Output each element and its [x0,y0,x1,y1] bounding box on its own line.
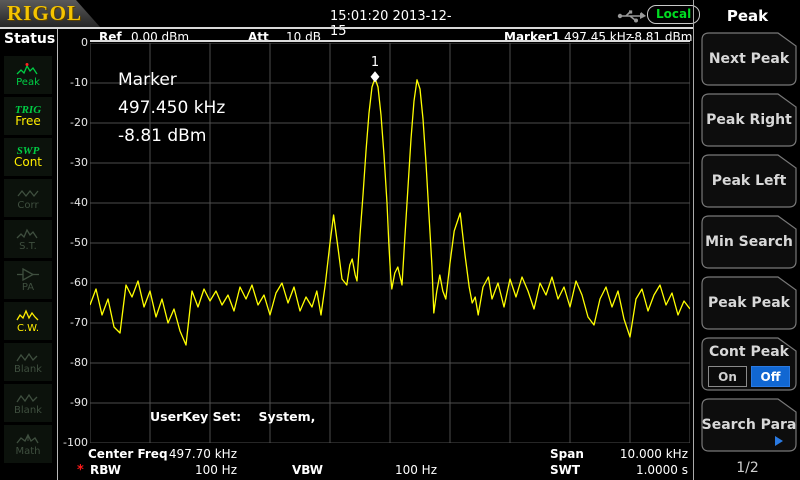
span-label: Span [550,447,584,461]
cont-peak-button[interactable]: Cont Peak On Off [701,337,797,391]
min-search-button[interactable]: Min Search [701,215,797,269]
math-waveform-icon [16,432,40,446]
peak-waveform-icon [16,62,40,77]
y-axis-label: -20 [58,116,88,129]
marker-diamond-icon [371,71,380,82]
y-axis-label: -40 [58,196,88,209]
usb-icon [617,8,647,27]
status-tile-math: Math [4,425,52,463]
y-axis-label: -30 [58,156,88,169]
clock-timestamp: 15:01:20 2013-12-15 [330,9,460,39]
status-tile-label: Corr [17,200,38,211]
cont-peak-on-option[interactable]: On [708,366,747,387]
menu-panel-divider [693,0,694,480]
blank-waveform-icon [16,350,40,364]
corr-icon [16,186,40,200]
y-axis-label: -60 [58,276,88,289]
blank-waveform-icon [16,391,40,405]
submenu-arrow-icon [775,436,783,446]
marker-readout: Marker 497.450 kHz -8.81 dBm [118,70,225,154]
userkey-message: UserKey Set: System, [150,409,315,424]
header-separator [90,40,690,42]
center-freq-value: 497.70 kHz [150,447,237,461]
status-tile-label: C.W. [17,323,39,334]
status-tile-label: S.T. [19,241,37,252]
y-axis-label: -90 [58,396,88,409]
status-tile-peak: Peak [4,56,52,94]
uncal-indicator: * [77,463,84,478]
marker-number: 1 [371,55,379,70]
swp-mode: Cont [14,157,42,168]
next-peak-button[interactable]: Next Peak [701,32,797,86]
status-tile-blank1: Blank [4,343,52,381]
trig-mode: Free [15,116,40,127]
rigol-logo: RIGOL [7,1,82,26]
y-axis-label: 0 [58,36,88,49]
menu-title: Peak [695,7,800,25]
top-separator [0,27,694,29]
preamp-icon [16,267,40,282]
rbw-label: RBW [90,463,121,477]
status-panel-title: Status [4,31,55,47]
peak-peak-button[interactable]: Peak Peak [701,276,797,330]
status-tile-trig: TRIG Free [4,97,52,135]
status-tile-label: Blank [14,364,42,375]
rbw-value: 100 Hz [150,463,237,477]
status-tile-pa: PA [4,261,52,299]
y-axis-label: -70 [58,316,88,329]
peak-left-button[interactable]: Peak Left [701,154,797,208]
peak-right-button[interactable]: Peak Right [701,93,797,147]
status-tile-blank2: Blank [4,384,52,422]
vbw-value: 100 Hz [350,463,437,477]
swt-label: SWT [550,463,580,477]
cw-waveform-icon [16,309,40,323]
status-tile-swp: SWP Cont [4,138,52,176]
marker-readout-ampl: -8.81 dBm [118,126,225,154]
cont-peak-toggle: On Off [708,366,790,387]
status-tile-st: S.T. [4,220,52,258]
status-tile-corr: Corr [4,179,52,217]
status-tile-label: PA [22,282,34,293]
status-tile-cw: C.W. [4,302,52,340]
span-value: 10.000 kHz [590,447,688,461]
marker-readout-freq: 497.450 kHz [118,98,225,126]
vbw-label: VBW [292,463,323,477]
search-para-button[interactable]: Search Para [701,398,797,452]
marker-readout-title: Marker [118,70,225,98]
y-axis-label: -10 [58,76,88,89]
cont-peak-off-option[interactable]: Off [751,366,790,387]
swt-value: 1.0000 s [590,463,688,477]
y-axis-label: -100 [58,436,88,449]
y-axis-label: -50 [58,236,88,249]
status-tile-label: Math [15,446,40,457]
spectrum-analyzer-screen: RIGOL 15:01:20 2013-12-15 Local Status P… [0,0,800,480]
status-tile-label: Blank [14,405,42,416]
st-waveform-icon [16,227,40,241]
y-axis-label: -80 [58,356,88,369]
menu-page-indicator: 1/2 [695,460,800,476]
sidebar-divider [57,29,58,480]
status-tile-label: Peak [16,77,40,88]
